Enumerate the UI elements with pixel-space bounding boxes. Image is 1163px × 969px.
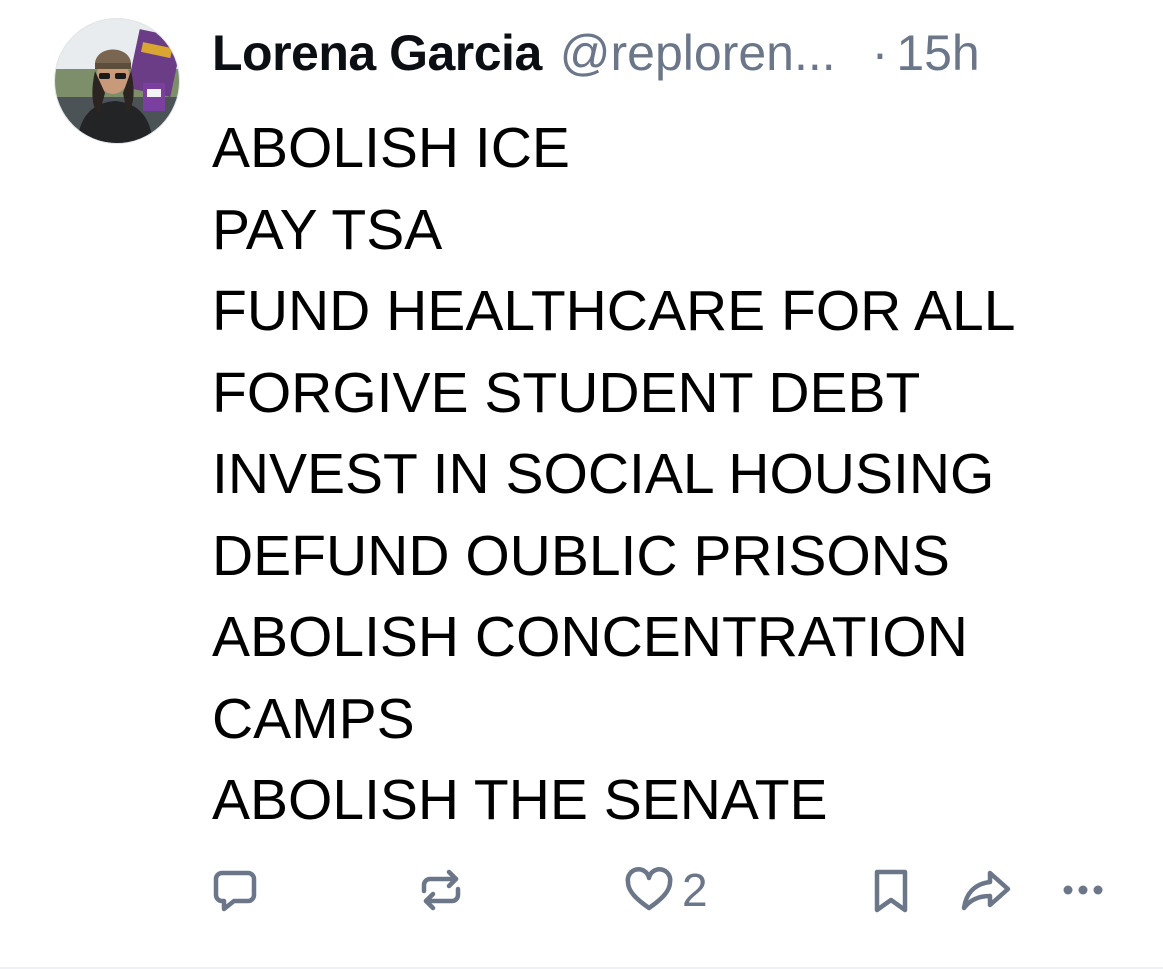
author-handle[interactable]: @reploren... [560, 24, 836, 82]
bookmark-icon [866, 865, 916, 915]
post-text-line: INVEST IN SOCIAL HOUSING [212, 442, 995, 506]
more-options-button[interactable] [1058, 855, 1108, 925]
like-button[interactable]: 2 [624, 855, 708, 925]
post-header: Lorena Garcia @reploren... · 15h [212, 24, 980, 84]
post-text-line: FORGIVE STUDENT DEBT [212, 360, 921, 425]
post-timestamp[interactable]: 15h [896, 24, 979, 82]
author-display-name[interactable]: Lorena Garcia [212, 24, 542, 82]
share-button[interactable] [960, 855, 1012, 925]
repost-button[interactable] [416, 855, 466, 925]
post-text-line: FUND HEALTHCARE FOR ALL [212, 279, 1016, 343]
post-text-line: DEFUND OUBLIC PRISONS [212, 523, 950, 588]
post-card[interactable]: Lorena Garcia @reploren... · 15h ABOLISH… [0, 0, 1163, 969]
reply-button[interactable] [210, 855, 260, 925]
like-count: 2 [682, 864, 708, 916]
share-icon [960, 865, 1012, 915]
heart-icon [624, 865, 674, 915]
bookmark-button[interactable] [866, 855, 916, 925]
post-text-line: ABOLISH ICE [212, 116, 570, 180]
repost-icon [416, 865, 466, 915]
header-separator: · [871, 25, 889, 81]
post-actions: 2 [0, 855, 1163, 925]
more-options-icon [1058, 865, 1108, 915]
post-text-line: ABOLISH CONCENTRATION [212, 605, 968, 669]
post-text-line: ABOLISH THE SENATE [212, 768, 828, 832]
post-text-line: CAMPS [212, 686, 415, 751]
post-text: ABOLISH ICE PAY TSA FUND HEALTHCARE FOR … [212, 108, 1112, 842]
avatar[interactable] [54, 18, 180, 144]
post-text-line: PAY TSA [212, 197, 443, 262]
reply-icon [210, 865, 260, 915]
